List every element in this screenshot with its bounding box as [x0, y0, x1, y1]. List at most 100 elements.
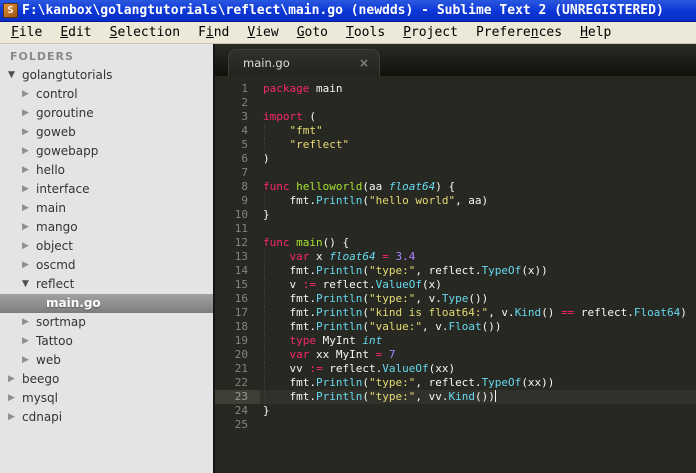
code-line-22[interactable]: 22 fmt.Println("type:", reflect.TypeOf(x… [215, 376, 696, 390]
tree-item-label: web [36, 353, 61, 367]
tree-file-main-go[interactable]: main.go [0, 294, 213, 313]
menu-item-file[interactable]: File [2, 22, 51, 43]
triangle-collapsed-icon[interactable]: ▶ [22, 256, 29, 275]
tree-folder-object[interactable]: ▶ object [0, 237, 213, 256]
code-line-6[interactable]: 6) [215, 152, 696, 166]
tree-folder-mango[interactable]: ▶ mango [0, 218, 213, 237]
code-line-8[interactable]: 8 func helloworld(aa float64) { [215, 180, 696, 194]
code-line-13[interactable]: 13 var x float64 = 3.4 [215, 250, 696, 264]
tree-folder-mysql[interactable]: ▶ mysql [0, 389, 213, 408]
folders-header: FOLDERS [10, 50, 74, 63]
line-number: 20 [234, 348, 248, 361]
tree-folder-reflect[interactable]: ▼ reflect [0, 275, 213, 294]
tree-folder-control[interactable]: ▶ control [0, 85, 213, 104]
triangle-collapsed-icon[interactable]: ▶ [22, 313, 29, 332]
tree-item-label: object [36, 239, 73, 253]
line-number: 17 [234, 306, 248, 319]
tree-folder-golangtutorials[interactable]: ▼ golangtutorials [0, 66, 213, 85]
code-line-21[interactable]: 21 vv := reflect.ValueOf(xx) [215, 362, 696, 376]
tree-folder-oscmd[interactable]: ▶ oscmd [0, 256, 213, 275]
tree-item-label: main [36, 201, 66, 215]
code-line-7[interactable]: 7 [215, 166, 696, 180]
menu-item-project[interactable]: Project [394, 22, 467, 43]
tab-close-icon[interactable]: × [359, 50, 369, 77]
menu-item-preferences[interactable]: Preferences [467, 22, 571, 43]
code-line-9[interactable]: 9 fmt.Println("hello world", aa) [215, 194, 696, 208]
tree-folder-goweb[interactable]: ▶ goweb [0, 123, 213, 142]
tree-folder-gowebapp[interactable]: ▶ gowebapp [0, 142, 213, 161]
triangle-collapsed-icon[interactable]: ▶ [22, 332, 29, 351]
code-line-20[interactable]: 20 var xx MyInt = 7 [215, 348, 696, 362]
triangle-collapsed-icon[interactable]: ▶ [22, 142, 29, 161]
code-line-18[interactable]: 18 fmt.Println("value:", v.Float()) [215, 320, 696, 334]
triangle-collapsed-icon[interactable]: ▶ [22, 85, 29, 104]
code-line-23[interactable]: 23 fmt.Println("type:", vv.Kind()) [215, 390, 696, 404]
tree-folder-sortmap[interactable]: ▶ sortmap [0, 313, 213, 332]
line-number: 3 [241, 110, 248, 123]
line-text: "reflect" [260, 138, 349, 152]
sublime-app-icon: S [3, 3, 18, 18]
code-area[interactable]: 1 package main 2 3 import (4 "fmt" 5 "reflect… [215, 76, 696, 473]
tree-item-label: Tattoo [36, 334, 73, 348]
line-number: 18 [234, 320, 248, 333]
code-line-11[interactable]: 11 [215, 222, 696, 236]
menu-item-tools[interactable]: Tools [337, 22, 394, 43]
tree-item-label: golangtutorials [22, 68, 113, 82]
code-line-16[interactable]: 16 fmt.Println("type:", v.Type()) [215, 292, 696, 306]
line-text: } [263, 404, 270, 417]
tree-folder-beego[interactable]: ▶ beego [0, 370, 213, 389]
triangle-collapsed-icon[interactable]: ▶ [22, 180, 29, 199]
triangle-collapsed-icon[interactable]: ▶ [22, 123, 29, 142]
tree-folder-cdnapi[interactable]: ▶ cdnapi [0, 408, 213, 427]
tab-main-go[interactable]: main.go × [228, 49, 380, 76]
line-text: "fmt" [260, 124, 323, 138]
tree-item-label: gowebapp [36, 144, 99, 158]
triangle-collapsed-icon[interactable]: ▶ [22, 161, 29, 180]
tree-folder-goroutine[interactable]: ▶ goroutine [0, 104, 213, 123]
code-line-1[interactable]: 1 package main [215, 82, 696, 96]
line-number: 4 [241, 124, 248, 137]
code-line-12[interactable]: 12 func main() { [215, 236, 696, 250]
tree-folder-interface[interactable]: ▶ interface [0, 180, 213, 199]
triangle-collapsed-icon[interactable]: ▶ [22, 351, 29, 370]
menu-item-goto[interactable]: Goto [288, 22, 337, 43]
code-line-10[interactable]: 10} [215, 208, 696, 222]
line-text: fmt.Println("type:", v.Type()) [260, 292, 488, 306]
code-line-3[interactable]: 3 import ( [215, 110, 696, 124]
tree-folder-hello[interactable]: ▶ hello [0, 161, 213, 180]
triangle-collapsed-icon[interactable]: ▶ [22, 104, 29, 123]
line-number: 6 [241, 152, 248, 165]
menu-item-help[interactable]: Help [571, 22, 620, 43]
code-line-19[interactable]: 19 type MyInt int [215, 334, 696, 348]
code-line-24[interactable]: 24} [215, 404, 696, 418]
tree-item-label: hello [36, 163, 65, 177]
triangle-collapsed-icon[interactable]: ▶ [8, 408, 15, 427]
code-line-17[interactable]: 17 fmt.Println("kind is float64:", v.Kin… [215, 306, 696, 320]
triangle-collapsed-icon[interactable]: ▶ [8, 370, 15, 389]
menu-item-find[interactable]: Find [189, 22, 238, 43]
triangle-collapsed-icon[interactable]: ▶ [22, 237, 29, 256]
line-number: 12 [234, 236, 248, 249]
triangle-expanded-icon[interactable]: ▼ [22, 275, 29, 294]
triangle-collapsed-icon[interactable]: ▶ [22, 218, 29, 237]
triangle-collapsed-icon[interactable]: ▶ [22, 199, 29, 218]
code-line-25[interactable]: 25 [215, 418, 696, 432]
code-line-15[interactable]: 15 v := reflect.ValueOf(x) [215, 278, 696, 292]
menu-bar: File Edit Selection Find View Goto Tools Projec… [0, 22, 696, 44]
tree-folder-main[interactable]: ▶ main [0, 199, 213, 218]
menu-item-edit[interactable]: Edit [51, 22, 100, 43]
tree-item-label: cdnapi [22, 410, 63, 424]
line-text: fmt.Println("value:", v.Float()) [260, 320, 501, 334]
tree-folder-web[interactable]: ▶ web [0, 351, 213, 370]
code-line-2[interactable]: 2 [215, 96, 696, 110]
tree-folder-tattoo[interactable]: ▶ Tattoo [0, 332, 213, 351]
triangle-expanded-icon[interactable]: ▼ [8, 66, 15, 85]
menu-item-selection[interactable]: Selection [101, 22, 189, 43]
tree-item-label: control [36, 87, 78, 101]
code-line-4[interactable]: 4 "fmt" [215, 124, 696, 138]
code-line-14[interactable]: 14 fmt.Println("type:", reflect.TypeOf(x… [215, 264, 696, 278]
triangle-collapsed-icon[interactable]: ▶ [8, 389, 15, 408]
code-line-5[interactable]: 5 "reflect" [215, 138, 696, 152]
tree-item-label: mango [36, 220, 78, 234]
menu-item-view[interactable]: View [238, 22, 287, 43]
